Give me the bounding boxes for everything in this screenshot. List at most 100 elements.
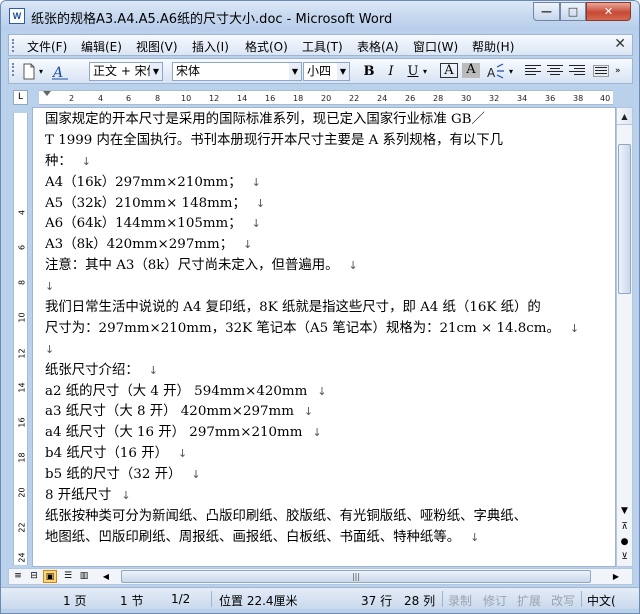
styles-formatting-icon[interactable]: A	[51, 62, 69, 81]
document-line[interactable]: 我们日常生活中说说的 A4 复印纸，8K 纸就是指这些尺寸，即 A4 纸（16K…	[45, 298, 605, 319]
status-overtype[interactable]: 改写	[551, 592, 575, 609]
bold-button[interactable]: B	[360, 63, 378, 80]
toolbar-grip-icon[interactable]	[12, 63, 15, 76]
status-track-changes[interactable]: 修订	[483, 592, 507, 609]
paragraph-mark-icon: ↓	[45, 342, 55, 356]
underline-button[interactable]: U	[404, 63, 422, 80]
menu-edit[interactable]: 编辑(E)	[81, 38, 122, 55]
document-line[interactable]: 地图纸、凹版印刷纸、周报纸、画报纸、白板纸、书面纸、特种纸等。 ↓	[45, 528, 605, 549]
status-page[interactable]: 1 页	[63, 592, 86, 609]
minimize-button[interactable]: —	[533, 2, 560, 21]
ruler-tick: 8	[17, 279, 27, 286]
status-line[interactable]: 37 行	[361, 592, 392, 609]
font-select[interactable]: 宋体 ▼	[172, 62, 302, 81]
next-page-icon[interactable]: ⊻	[617, 550, 632, 564]
horizontal-scroll-thumb[interactable]: |||	[121, 570, 591, 583]
tab-selector[interactable]: L	[13, 90, 28, 105]
toolbar-options-icon[interactable]: ▾	[39, 62, 43, 81]
menu-table[interactable]: 表格(A)	[357, 38, 399, 55]
document-text[interactable]: 国家规定的开本尺寸是采用的国际标准系列，现已定入国家行业标准 GB／ T 1999…	[45, 110, 605, 549]
align-center-icon[interactable]	[547, 65, 563, 77]
ruler-tick: 32	[489, 94, 500, 103]
italic-button[interactable]: I	[382, 63, 400, 80]
scroll-left-button[interactable]: ◀	[99, 570, 113, 583]
horizontal-ruler[interactable]: 2 4 6 8 10 12 14 16 18 20 22 24 26 28 30…	[39, 90, 613, 105]
paragraph-mark-icon: ↓	[348, 259, 358, 273]
scaling-options-icon[interactable]: ▾	[509, 62, 513, 81]
scroll-right-button[interactable]: ▶	[609, 570, 623, 583]
vertical-scroll-thumb[interactable]	[618, 144, 631, 294]
character-scaling-icon[interactable]: A	[485, 62, 507, 81]
character-shading-button[interactable]: A	[462, 63, 480, 78]
menu-help[interactable]: 帮助(H)	[472, 38, 514, 55]
chevron-down-icon[interactable]: ▼	[150, 63, 162, 80]
menu-grip-icon[interactable]	[12, 39, 15, 52]
chevron-down-icon[interactable]: ▼	[337, 63, 349, 80]
menu-view[interactable]: 视图(V)	[136, 38, 178, 55]
document-line[interactable]: ↓	[45, 340, 605, 361]
horizontal-scrollbar[interactable]: ≡ ⊟ ▣ ☰ ▥ ◀ ||| ▶	[8, 568, 633, 585]
document-line[interactable]: T 1999 内在全国执行。书刊本册现行开本尺寸主要是 A 系列规格，有以下几	[45, 131, 605, 152]
document-line[interactable]: 8 开纸尺寸 ↓	[45, 486, 605, 507]
maximize-button[interactable]: □	[560, 2, 586, 21]
document-line[interactable]: 纸张按种类可分为新闻纸、凸版印刷纸、胶版纸、有光铜版纸、哑粉纸、字典纸、	[45, 507, 605, 528]
menu-window[interactable]: 窗口(W)	[413, 38, 458, 55]
menu-tools[interactable]: 工具(T)	[302, 38, 343, 55]
character-border-button[interactable]: A	[440, 63, 458, 78]
document-line[interactable]: 种： ↓	[45, 152, 605, 173]
status-language[interactable]: 中文(	[587, 592, 616, 609]
scroll-up-button[interactable]: ▲	[617, 108, 632, 125]
align-left-icon[interactable]	[525, 65, 541, 77]
web-view-icon[interactable]: ⊟	[27, 570, 41, 583]
font-size-select[interactable]: 小四 ▼	[303, 62, 350, 81]
ruler-tick: 34	[517, 94, 528, 103]
document-line-text: A5（32k）210mm× 148mm；	[45, 195, 246, 211]
normal-view-icon[interactable]: ≡	[11, 570, 25, 583]
align-right-icon[interactable]	[569, 65, 585, 77]
status-extend[interactable]: 扩展	[517, 592, 541, 609]
status-page-of[interactable]: 1/2	[171, 592, 190, 606]
status-record-macro[interactable]: 录制	[448, 592, 472, 609]
close-document-icon[interactable]: ✕	[614, 36, 626, 52]
menu-format[interactable]: 格式(O)	[245, 38, 288, 55]
status-position[interactable]: 位置 22.4厘米	[219, 592, 298, 609]
select-browse-object-icon[interactable]: ●	[617, 535, 632, 549]
reading-view-icon[interactable]: ▥	[77, 570, 91, 583]
document-line[interactable]: 国家规定的开本尺寸是采用的国际标准系列，现已定入国家行业标准 GB／	[45, 110, 605, 131]
menu-insert[interactable]: 插入(I)	[192, 38, 229, 55]
document-line[interactable]: A6（64k）144mm×105mm； ↓	[45, 214, 605, 235]
document-line[interactable]: A3（8k）420mm×297mm； ↓	[45, 235, 605, 256]
toolbar-overflow-icon[interactable]: »	[615, 62, 621, 81]
document-line[interactable]: b5 纸的尺寸（32 开） ↓	[45, 465, 605, 486]
status-section[interactable]: 1 节	[120, 592, 143, 609]
title-bar[interactable]: W 纸张的规格A3.A4.A5.A6纸的尺寸大小.doc - Microsoft…	[1, 1, 639, 31]
distributed-align-icon[interactable]	[593, 65, 609, 77]
menu-file[interactable]: 文件(F)	[27, 38, 67, 55]
underline-options-icon[interactable]: ▾	[423, 62, 427, 81]
scroll-down-button[interactable]: ▼	[617, 504, 632, 518]
vertical-ruler[interactable]: 4 6 8 10 12 14 16 18 20 22 24	[13, 113, 28, 565]
document-line[interactable]: a3 纸尺寸（大 8 开） 420mm×297mm ↓	[45, 402, 605, 423]
previous-page-icon[interactable]: ⊼	[617, 520, 632, 534]
document-line[interactable]: 注意：其中 A3（8k）尺寸尚未定入，但普遍用。 ↓	[45, 256, 605, 277]
document-line[interactable]: A4（16k）297mm×210mm； ↓	[45, 173, 605, 194]
document-line[interactable]: 纸张尺寸介绍： ↓	[45, 361, 605, 382]
close-button[interactable]: ✕	[586, 2, 631, 21]
print-view-icon[interactable]: ▣	[43, 570, 57, 583]
document-line[interactable]: b4 纸尺寸（16 开） ↓	[45, 444, 605, 465]
document-line[interactable]: a2 纸的尺寸（大 4 开） 594mm×420mm ↓	[45, 382, 605, 403]
new-document-icon[interactable]	[21, 62, 37, 81]
chevron-down-icon[interactable]: ▼	[289, 63, 301, 80]
indent-marker-icon[interactable]	[43, 91, 51, 96]
document-line[interactable]: A5（32k）210mm× 148mm； ↓	[45, 194, 605, 215]
word-app-icon[interactable]: W	[9, 8, 25, 24]
status-column[interactable]: 28 列	[404, 592, 435, 609]
style-select[interactable]: 正文 + 宋体 ▼	[89, 62, 163, 81]
outline-view-icon[interactable]: ☰	[61, 570, 75, 583]
document-line-text: A4（16k）297mm×210mm；	[45, 174, 242, 190]
document-editor[interactable]: 国家规定的开本尺寸是采用的国际标准系列，现已定入国家行业标准 GB／ T 1999…	[32, 107, 616, 567]
document-line[interactable]: 尺寸为：297mm×210mm，32K 笔记本（A5 笔记本）规格为：21cm …	[45, 319, 605, 340]
vertical-scrollbar[interactable]: ▲ ▼ ⊼ ● ⊻	[616, 107, 633, 567]
document-line[interactable]: a4 纸尺寸（大 16 开） 297mm×210mm ↓	[45, 423, 605, 444]
document-line[interactable]: ↓	[45, 277, 605, 298]
